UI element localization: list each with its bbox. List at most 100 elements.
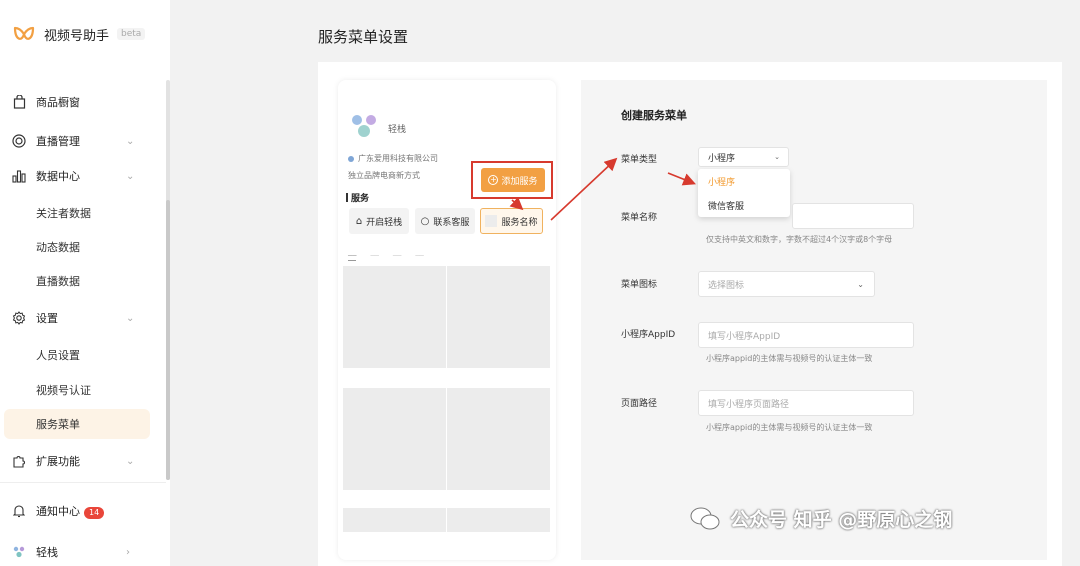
app-name: 视频号助手 (44, 28, 110, 44)
preview-grid-item (447, 266, 550, 384)
chevron-down-icon: ⌄ (774, 153, 780, 161)
services-title: 服务 (346, 191, 369, 204)
appid-hint: 小程序appid的主体需与视频号的认证主体一致 (706, 354, 873, 363)
notification-count-badge: 14 (84, 507, 105, 519)
config-title: 创建服务菜单 (621, 109, 687, 122)
live-icon (12, 134, 26, 148)
bell-icon (12, 504, 26, 518)
sidebar-item-data-center[interactable]: 数据中心 ⌄ (0, 161, 166, 191)
menu-name-input[interactable] (792, 203, 914, 229)
sidebar-item-label: 人员设置 (36, 349, 80, 362)
chevron-down-icon: ⌄ (857, 279, 864, 289)
watermark-text: 公众号 知乎 @野原心之钢 (730, 509, 953, 531)
appid-placeholder: 填写小程序AppID (708, 331, 781, 342)
sidebar-item-notifications[interactable]: 通知中心 14 (0, 496, 166, 526)
menu-type-label: 菜单类型 (621, 155, 658, 165)
preview-grid-caption (447, 368, 550, 386)
bag-icon (12, 95, 26, 109)
sidebar-divider (0, 482, 166, 483)
sidebar-item-label: 直播数据 (36, 275, 80, 288)
appid-input[interactable]: 填写小程序AppID (698, 322, 914, 348)
sidebar-subitem-member-settings[interactable]: 人员设置 (0, 340, 166, 370)
chevron-down-icon: ⌄ (126, 455, 135, 467)
dropdown-option-wechat-support[interactable]: 微信客服 (708, 199, 744, 212)
menu-type-dropdown: 小程序 微信客服 (698, 169, 790, 217)
page-path-hint: 小程序appid的主体需与视频号的认证主体一致 (706, 423, 873, 432)
chevron-down-icon: ⌄ (126, 312, 135, 324)
store-icon: ⌂ (355, 215, 363, 227)
service-button-open-qingzhan[interactable]: ⌂ 开启轻栈 (349, 208, 409, 234)
service-button-label: 联系客服 (433, 217, 470, 228)
service-button-placeholder[interactable]: 服务名称 (480, 208, 543, 234)
menu-type-select[interactable]: 小程序 ⌄ (698, 147, 789, 167)
preview-tabs: ── ── ── ── (348, 252, 424, 261)
sidebar-item-label: 通知中心 (36, 505, 80, 518)
qingzhan-logo-icon (12, 545, 26, 559)
sidebar-item-extensions[interactable]: 扩展功能 ⌄ (0, 446, 166, 476)
preview-tab-placeholder[interactable]: ── (415, 252, 423, 261)
sidebar-subitem-service-menu[interactable]: 服务菜单 (0, 409, 166, 439)
sidebar-item-label: 关注者数据 (36, 207, 91, 220)
bar-chart-icon (12, 169, 26, 183)
sidebar-item-label: 设置 (36, 312, 58, 325)
company-name: 广东爱用科技有限公司 (348, 153, 438, 164)
sidebar-item-qingzhan[interactable]: 轻栈 › (0, 537, 166, 566)
preview-grid-item (343, 388, 446, 532)
sidebar-item-label: 轻栈 (36, 546, 58, 559)
menu-name-label: 菜单名称 (621, 213, 658, 223)
preview-grid-caption (343, 490, 446, 508)
page-title: 服务菜单设置 (318, 28, 409, 46)
preview-tab-placeholder[interactable]: ── (348, 252, 357, 261)
preview-grid-caption (343, 368, 446, 386)
sidebar-item-shop-window[interactable]: 商品橱窗 (0, 87, 166, 117)
chevron-down-icon: ⌄ (126, 170, 135, 182)
beta-tag: beta (117, 28, 146, 40)
add-service-button[interactable]: + 添加服务 (481, 168, 545, 192)
chevron-down-icon: ⌄ (126, 135, 135, 147)
sidebar-item-label: 视频号认证 (36, 384, 91, 397)
shop-name: 轻栈 (388, 125, 407, 135)
preview-tab-placeholder[interactable]: ── (393, 252, 401, 261)
chat-bubble-icon: ○ (420, 215, 430, 227)
sidebar-subitem-live-data[interactable]: 直播数据 (0, 266, 166, 296)
preview-grid-item (447, 388, 550, 532)
page-path-label: 页面路径 (621, 399, 658, 409)
page-path-input[interactable]: 填写小程序页面路径 (698, 390, 914, 416)
menu-icon-select[interactable]: 选择图标 ⌄ (698, 271, 875, 297)
chevron-right-icon: › (126, 546, 130, 558)
brand: 视频号助手 beta (12, 22, 146, 46)
sidebar-subitem-follower-data[interactable]: 关注者数据 (0, 198, 166, 228)
sidebar-item-settings[interactable]: 设置 ⌄ (0, 303, 166, 333)
menu-icon-label: 菜单图标 (621, 280, 658, 290)
shop-tagline: 独立品牌电商新方式 (348, 171, 420, 180)
sidebar-subitem-post-data[interactable]: 动态数据 (0, 232, 166, 262)
service-button-label: 服务名称 (501, 217, 538, 228)
placeholder-icon (485, 215, 498, 227)
preview-tab-placeholder[interactable]: ── (370, 252, 378, 261)
dropdown-option-miniprogram[interactable]: 小程序 (708, 175, 735, 188)
sidebar-item-label-with-badge: 通知中心 14 (36, 503, 105, 519)
add-service-label: 添加服务 (501, 176, 538, 187)
menu-type-value: 小程序 (708, 153, 736, 164)
sidebar-item-label: 数据中心 (36, 170, 80, 183)
page-path-placeholder: 填写小程序页面路径 (708, 399, 790, 410)
channels-logo-icon (13, 26, 35, 40)
verified-dot-icon (348, 155, 354, 162)
company-name-text: 广东爱用科技有限公司 (358, 154, 438, 163)
gear-icon (12, 311, 26, 325)
sidebar-item-label: 直播管理 (36, 135, 80, 148)
watermark: 公众号 知乎 @野原心之钢 (690, 505, 952, 532)
service-button-label: 开启轻栈 (366, 217, 403, 228)
sidebar-item-label: 商品橱窗 (36, 96, 80, 109)
puzzle-icon (12, 454, 26, 468)
sidebar-scrollbar-thumb[interactable] (166, 200, 170, 480)
sidebar-subitem-verification[interactable]: 视频号认证 (0, 375, 166, 405)
sidebar-item-label: 动态数据 (36, 241, 80, 254)
preview-grid-caption (447, 490, 550, 508)
menu-name-hint: 仅支持中英文和数字，字数不超过4个汉字或8个字母 (706, 235, 893, 244)
sidebar-item-live-management[interactable]: 直播管理 ⌄ (0, 126, 166, 156)
preview-grid-item (343, 266, 446, 384)
appid-label: 小程序AppID (621, 330, 676, 340)
service-button-contact-support[interactable]: ○ 联系客服 (415, 208, 475, 234)
menu-icon-placeholder: 选择图标 (708, 280, 745, 291)
